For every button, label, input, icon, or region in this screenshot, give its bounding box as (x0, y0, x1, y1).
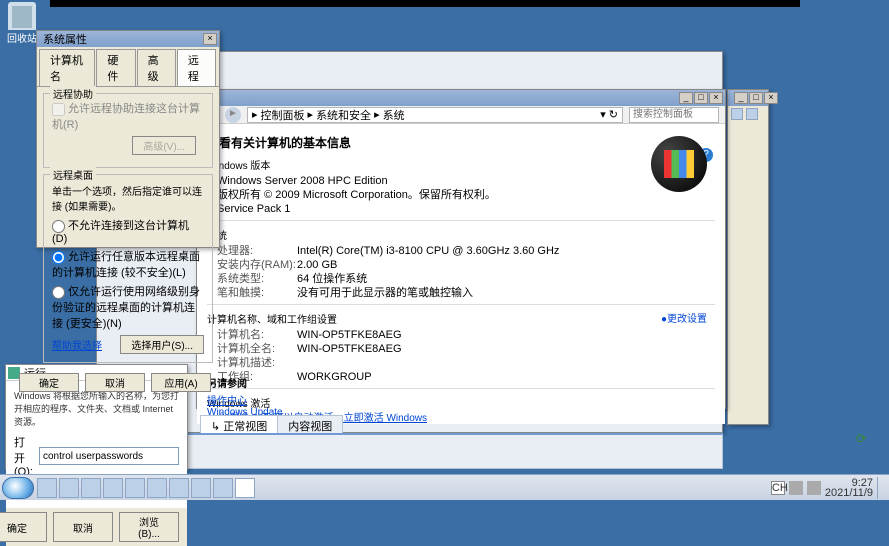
tab-remote[interactable]: 远程 (177, 49, 216, 86)
quick-launch-explorer[interactable] (37, 478, 57, 498)
change-settings-link[interactable]: ●更改设置 (661, 310, 707, 325)
radio-no-connect[interactable]: 不允许连接到这台计算机(D) (52, 217, 204, 245)
dialog-title: 系统属性 (39, 31, 203, 47)
windows-logo-icon (651, 136, 707, 192)
section-network: 计算机名称、域和工作组设置 (207, 311, 715, 326)
close-icon[interactable]: × (203, 33, 217, 45)
cpu-value: Intel(R) Core(TM) i3-8100 CPU @ 3.60GHz … (297, 244, 559, 258)
tab-computer-name[interactable]: 计算机名 (39, 49, 95, 86)
address-toolbar: ◄ ► ▸控制面板 ▸系统和安全 ▸系统 ▾↻ (197, 106, 725, 124)
taskbar-item[interactable] (147, 478, 167, 498)
maximize-icon[interactable]: □ (749, 92, 763, 104)
tab-hardware[interactable]: 硬件 (96, 49, 135, 86)
ok-button[interactable]: 确定 (19, 373, 79, 392)
quick-launch-ie[interactable] (59, 478, 79, 498)
lang-indicator[interactable]: CH (771, 481, 785, 495)
k: 计算机名: (217, 328, 297, 342)
tray-time: 9:27 (825, 478, 873, 488)
system-tray: CH 9:27 2021/11/9 (767, 477, 889, 499)
section-activation: Windows 激活 (207, 395, 715, 410)
taskbar-item[interactable] (191, 478, 211, 498)
system-window: _□× ◄ ► ▸控制面板 ▸系统和安全 ▸系统 ▾↻ ? 查看有关计算机的基本… (196, 89, 726, 409)
show-desktop[interactable] (877, 477, 885, 499)
edition-value: Windows Server 2008 HPC Edition (217, 174, 388, 188)
tray-icon[interactable] (807, 481, 821, 495)
tray-icon[interactable] (789, 481, 803, 495)
run-browse-button[interactable]: 浏览(B)... (119, 512, 179, 542)
section-edition: Windows 版本 (207, 157, 715, 172)
k: 安装内存(RAM): (217, 258, 297, 272)
computer-fullname: WIN-OP5TFKE8AEG (297, 342, 402, 356)
crumb[interactable]: 控制面板 (261, 107, 305, 123)
minimize-icon[interactable]: _ (734, 92, 748, 104)
run-input[interactable] (39, 447, 179, 465)
pen-value: 没有可用于此显示器的笔或触控输入 (297, 286, 473, 300)
cancel-button[interactable]: 取消 (85, 373, 145, 392)
minimize-icon[interactable]: _ (679, 92, 693, 104)
close-icon[interactable]: × (709, 92, 723, 104)
refresh-icon[interactable]: ↻ (609, 108, 618, 121)
taskbar-item[interactable] (125, 478, 145, 498)
refresh-icon[interactable]: ⟳ (856, 431, 872, 447)
taskbar: CH 9:27 2021/11/9 (0, 474, 889, 500)
workgroup: WORKGROUP (297, 370, 372, 384)
radio-any-version[interactable]: 允许运行任意版本远程桌面的计算机连接 (较不安全)(L) (52, 248, 204, 280)
start-button[interactable] (2, 477, 34, 499)
page-title: 查看有关计算机的基本信息 (207, 134, 715, 151)
type-value: 64 位操作系统 (297, 272, 367, 286)
apply-button[interactable]: 应用(A) (151, 373, 211, 392)
taskbar-item-active[interactable] (235, 478, 255, 498)
k: 计算机全名: (217, 342, 297, 356)
help-choose-link[interactable]: 帮助我选择 (52, 337, 102, 352)
group-legend: 远程协助 (50, 86, 96, 101)
ram-value: 2.00 GB (297, 258, 337, 272)
radio-nla-only[interactable]: 仅允许运行使用网络级别身份验证的远程桌面的计算机连接 (更安全)(N) (52, 283, 204, 331)
run-ok-button[interactable]: 确定 (0, 512, 47, 542)
k: 笔和触摸: (217, 286, 297, 300)
sysprops-titlebar[interactable]: 系统属性 × (37, 31, 219, 47)
run-cancel-button[interactable]: 取消 (53, 512, 113, 542)
system-titlebar[interactable]: _□× (197, 90, 725, 106)
crumb[interactable]: 系统 (383, 107, 405, 123)
group-legend: 远程桌面 (50, 167, 96, 182)
tab-advanced[interactable]: 高级 (137, 49, 176, 86)
system-body: ? 查看有关计算机的基本信息 Windows 版本 Windows Server… (197, 124, 725, 424)
crumb[interactable]: 系统和安全 (316, 107, 371, 123)
mmc-titlebar: _□× (728, 90, 768, 106)
recycle-bin-icon (8, 2, 36, 30)
remote-desktop-group: 远程桌面 单击一个选项，然后指定谁可以连接 (如果需要)。 不允许连接到这台计算… (43, 174, 213, 363)
k: 系统类型: (217, 272, 297, 286)
remote-assist-group: 远程协助 允许远程协助连接这台计算机(R) 高级(V)... (43, 93, 213, 168)
close-icon[interactable]: × (764, 92, 778, 104)
group-desc: 单击一个选项，然后指定谁可以连接 (如果需要)。 (52, 183, 204, 213)
service-pack: Service Pack 1 (217, 202, 290, 216)
dialog-buttons: 确定 取消 应用(A) (37, 369, 219, 396)
taskbar-item[interactable] (103, 478, 123, 498)
taskbar-item[interactable] (213, 478, 233, 498)
allow-remote-assist-checkbox: 允许远程协助连接这台计算机(R) (52, 100, 204, 132)
breadcrumb[interactable]: ▸控制面板 ▸系统和安全 ▸系统 ▾↻ (247, 107, 623, 123)
computer-name: WIN-OP5TFKE8AEG (297, 328, 402, 342)
mmc-toolbar-btn[interactable] (731, 108, 743, 120)
taskbar-item[interactable] (169, 478, 189, 498)
sysprops-tabs: 计算机名 硬件 高级 远程 (37, 47, 219, 87)
tray-date: 2021/11/9 (825, 488, 873, 498)
copyright: 版权所有 © 2009 Microsoft Corporation。保留所有权利… (217, 188, 496, 202)
k: 计算机描述: (217, 356, 297, 370)
advanced-button: 高级(V)... (132, 136, 196, 155)
open-label: 打开(O): (14, 434, 35, 478)
mmc-toolbar-btn[interactable] (746, 108, 758, 120)
mmc-fragment: _□× (727, 89, 769, 425)
forward-icon: ► (225, 107, 241, 123)
search-input[interactable] (629, 107, 719, 123)
top-dark-strip (50, 0, 800, 7)
quick-launch-app[interactable] (81, 478, 101, 498)
system-properties-dialog: 系统属性 × 计算机名 硬件 高级 远程 远程协助 允许远程协助连接这台计算机(… (36, 30, 220, 248)
select-users-button[interactable]: 选择用户(S)... (120, 335, 204, 354)
clock[interactable]: 9:27 2021/11/9 (825, 478, 873, 498)
explorer-status-bar: 就绪 (96, 433, 723, 469)
maximize-icon[interactable]: □ (694, 92, 708, 104)
k: 处理器: (217, 244, 297, 258)
section-system: 系统 (207, 227, 715, 242)
